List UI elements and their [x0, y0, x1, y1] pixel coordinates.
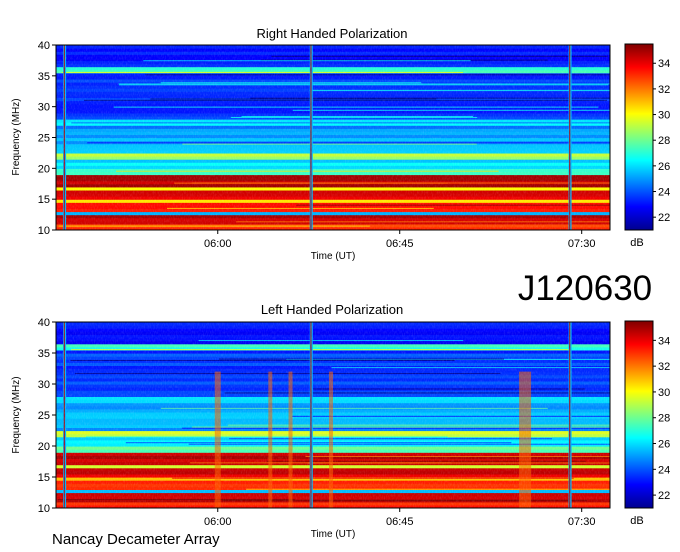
right-x-axis-label: Time (UT) [311, 251, 356, 262]
x-tick-label: 06:45 [386, 238, 414, 250]
left-y-axis-label: Frequency (MHz) [11, 376, 22, 453]
colorbar-tick-label: 26 [658, 161, 670, 173]
right-spectrogram-noise [56, 45, 610, 230]
right-colorbar-unit: dB [630, 237, 643, 249]
left-panel-title: Left Handed Polarization [261, 302, 403, 317]
right-polarization-panel: Right Handed Polarization 10 15 20 25 30 35 40… [11, 26, 670, 262]
x-tick-label: 06:00 [204, 516, 232, 528]
y-tick-label: 20 [38, 441, 50, 453]
right-panel-title: Right Handed Polarization [256, 26, 407, 41]
left-polarization-panel: Left Handed Polarization 10152025303540 … [11, 302, 670, 540]
x-tick-label: 06:45 [386, 516, 414, 528]
spectrogram-figure: Right Handed Polarization 10 15 20 25 30 35 40… [11, 26, 670, 548]
right-y-axis-label: Frequency (MHz) [11, 98, 22, 175]
y-tick-label: 40 [38, 317, 50, 329]
x-tick-label: 07:30 [568, 516, 596, 528]
colorbar-tick-label: 22 [658, 490, 670, 502]
right-x-axis: 06:00 06:45 07:30 [204, 230, 595, 250]
colorbar-tick-label: 34 [658, 335, 670, 347]
y-tick-label: 35 [38, 71, 50, 83]
y-tick-label: 25 [38, 410, 50, 422]
colorbar-tick-label: 28 [658, 135, 670, 147]
y-tick-label: 10 [38, 225, 50, 237]
left-colorbar-unit: dB [630, 515, 643, 527]
colorbar-tick-label: 24 [658, 187, 670, 199]
y-tick-label: 15 [38, 472, 50, 484]
left-spectrogram-noise [56, 322, 610, 508]
y-tick-label: 15 [38, 194, 50, 206]
left-x-axis-label: Time (UT) [311, 529, 356, 540]
y-tick-label: 10 [38, 503, 50, 515]
left-x-axis: 06:00 06:45 07:30 [204, 508, 595, 528]
y-tick-label: 40 [38, 40, 50, 52]
left-colorbar [624, 320, 654, 509]
y-tick-label: 25 [38, 133, 50, 145]
colorbar-tick-label: 22 [658, 212, 670, 224]
y-tick-label: 20 [38, 163, 50, 175]
instrument-label: Nancay Decameter Array [52, 531, 220, 548]
colorbar-tick-label: 34 [658, 58, 670, 70]
right-y-axis: 10 15 20 25 30 35 40 [38, 40, 56, 237]
left-y-axis: 10 15 20 25 30 35 40 [38, 317, 56, 515]
x-tick-label: 06:00 [204, 238, 232, 250]
right-colorbar-ticks: 22 24 26 28 30 32 34 [653, 58, 670, 224]
colorbar-tick-label: 30 [658, 387, 670, 399]
colorbar-tick-label: 28 [658, 413, 670, 425]
colorbar-tick-label: 24 [658, 464, 670, 476]
colorbar-tick-label: 32 [658, 84, 670, 96]
event-id: J120630 [518, 269, 652, 308]
y-tick-label: 30 [38, 102, 50, 114]
y-tick-label: 35 [38, 348, 50, 360]
colorbar-tick-label: 30 [658, 110, 670, 122]
y-tick-label: 30 [38, 379, 50, 391]
x-tick-label: 07:30 [568, 238, 596, 250]
colorbar-tick-label: 32 [658, 361, 670, 373]
right-colorbar [624, 43, 654, 231]
left-colorbar-ticks: 22 24 26 28 30 32 34 [653, 335, 670, 502]
colorbar-tick-label: 26 [658, 439, 670, 451]
